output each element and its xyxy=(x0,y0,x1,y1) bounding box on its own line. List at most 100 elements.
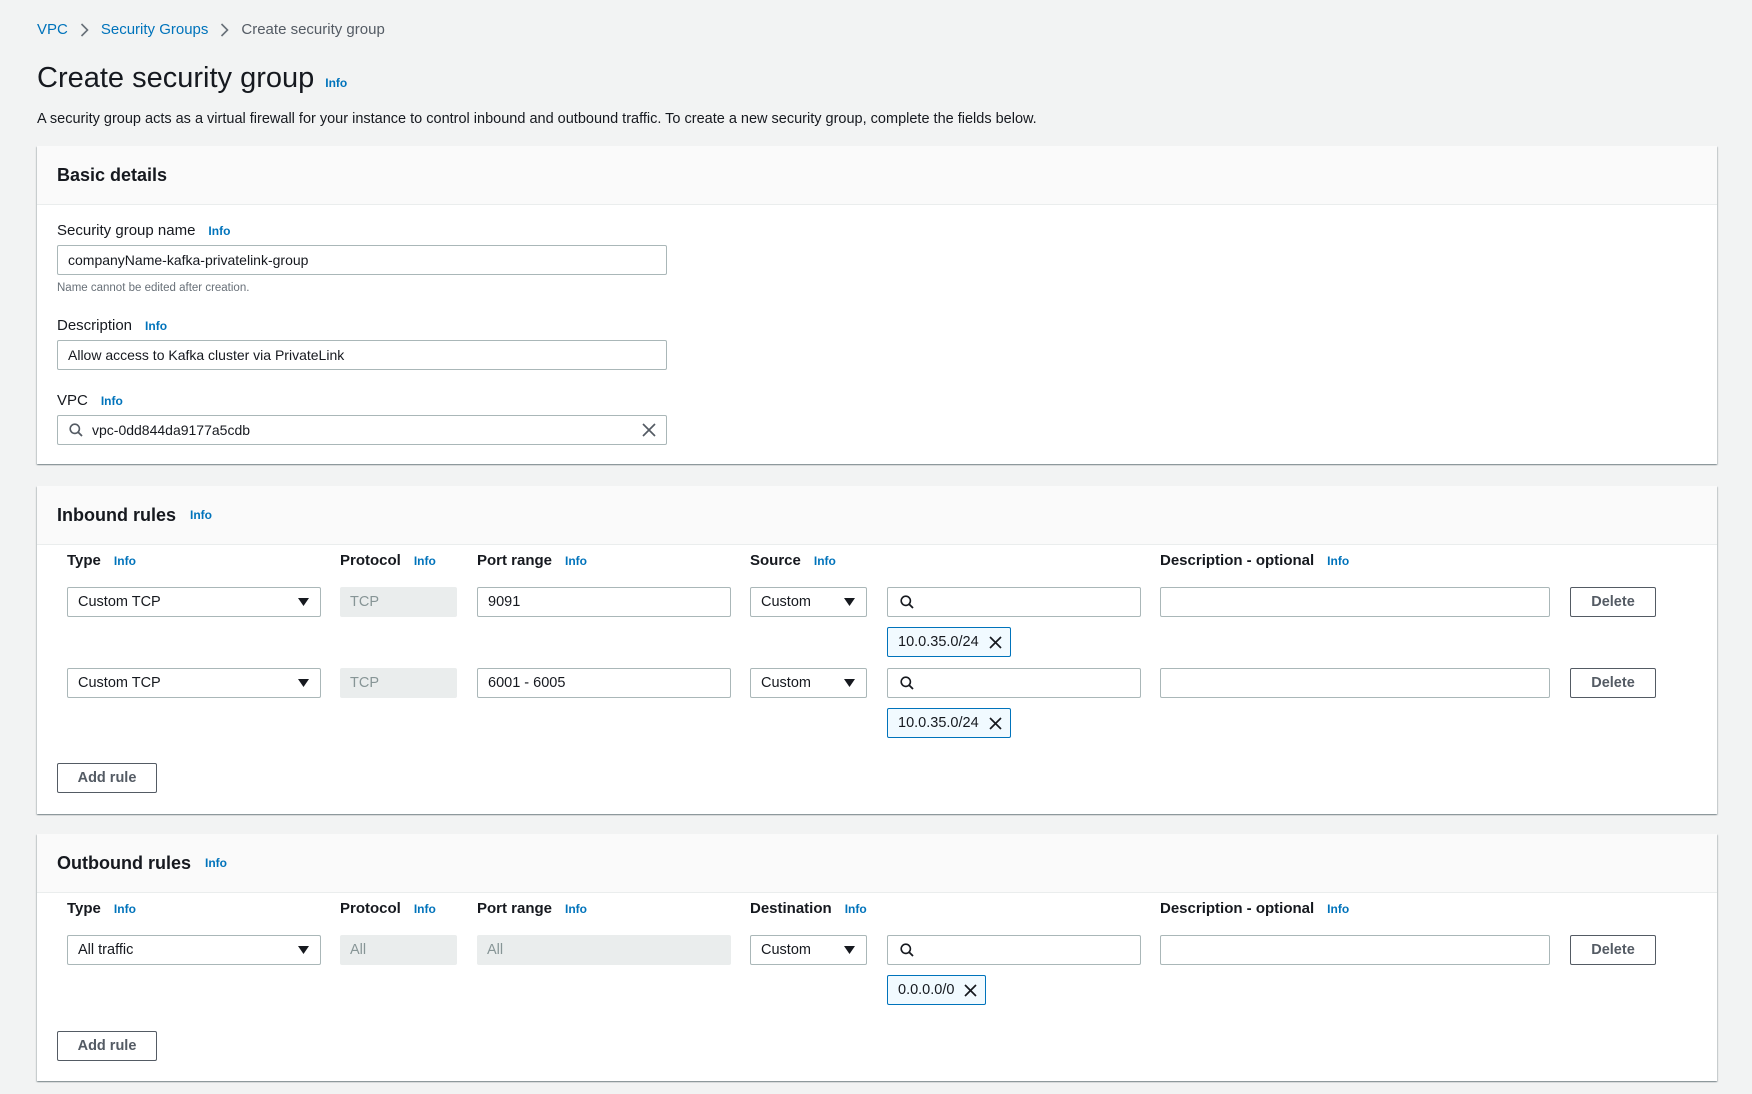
outbound-rule-delete-button[interactable]: Delete xyxy=(1570,935,1656,965)
close-icon[interactable] xyxy=(642,423,656,437)
outbound-rule-cidr-search[interactable] xyxy=(887,935,1141,965)
caret-down-icon xyxy=(298,598,309,606)
vpc-info-link[interactable]: Info xyxy=(101,394,123,408)
vpc-search-input[interactable]: vpc-0dd844da9177a5cdb xyxy=(57,415,667,445)
inbound-rule-port-range-input[interactable]: 9091 xyxy=(477,587,731,617)
outbound-col-type: Type Info xyxy=(67,900,136,917)
outbound-rule-description-input[interactable] xyxy=(1160,935,1550,965)
caret-down-icon xyxy=(298,679,309,687)
outbound-rule-cidr-token: 0.0.0.0/0 xyxy=(887,975,986,1005)
inbound-col-type-info[interactable]: Info xyxy=(114,554,136,568)
inbound-col-protocol: Protocol Info xyxy=(340,552,436,569)
outbound-rule-destination-select[interactable]: Custom xyxy=(750,935,867,965)
outbound-col-type-info[interactable]: Info xyxy=(114,902,136,916)
outbound-col-description-text: Description - optional xyxy=(1160,900,1314,917)
inbound-col-type-text: Type xyxy=(67,552,101,569)
inbound-col-port-range-info[interactable]: Info xyxy=(565,554,587,568)
inbound-rule-description-input[interactable] xyxy=(1160,587,1550,617)
search-icon xyxy=(900,943,914,957)
chevron-right-icon xyxy=(220,23,229,37)
inbound-col-protocol-info[interactable]: Info xyxy=(414,554,436,568)
outbound-rules-panel: Outbound rules Info Type Info Protocol I… xyxy=(37,834,1717,1081)
inbound-rule-source-select[interactable]: Custom xyxy=(750,587,867,617)
page-description: A security group acts as a virtual firew… xyxy=(37,111,1037,127)
outbound-col-protocol-info[interactable]: Info xyxy=(414,902,436,916)
inbound-rule-source-value: Custom xyxy=(761,594,811,610)
outbound-rule-protocol: All xyxy=(340,935,457,965)
inbound-col-source-text: Source xyxy=(750,552,801,569)
inbound-rule-type-value: Custom TCP xyxy=(78,594,161,610)
outbound-rule-destination-value: Custom xyxy=(761,942,811,958)
description-value: Allow access to Kafka cluster via Privat… xyxy=(68,347,344,363)
outbound-rule-type-value: All traffic xyxy=(78,942,133,958)
outbound-col-description: Description - optional Info xyxy=(1160,900,1349,917)
outbound-rules-header: Outbound rules Info xyxy=(37,834,1717,893)
inbound-col-description: Description - optional Info xyxy=(1160,552,1349,569)
vpc-value: vpc-0dd844da9177a5cdb xyxy=(92,422,250,438)
outbound-col-protocol-text: Protocol xyxy=(340,900,401,917)
inbound-rules-title: Inbound rules xyxy=(57,505,176,526)
close-icon[interactable] xyxy=(964,984,977,997)
outbound-col-port-range-info[interactable]: Info xyxy=(565,902,587,916)
inbound-rule-source-value: Custom xyxy=(761,675,811,691)
caret-down-icon xyxy=(844,679,855,687)
security-group-name-value: companyName-kafka-privatelink-group xyxy=(68,252,308,268)
inbound-add-rule-button[interactable]: Add rule xyxy=(57,763,157,793)
inbound-rule-type-select[interactable]: Custom TCP xyxy=(67,668,321,698)
vpc-label: VPC Info xyxy=(57,392,123,409)
outbound-col-protocol: Protocol Info xyxy=(340,900,436,917)
inbound-rule-delete-button[interactable]: Delete xyxy=(1570,587,1656,617)
outbound-col-port-range-text: Port range xyxy=(477,900,552,917)
outbound-col-port-range: Port range Info xyxy=(477,900,587,917)
inbound-rule-source-select[interactable]: Custom xyxy=(750,668,867,698)
inbound-rules-info-link[interactable]: Info xyxy=(190,508,212,522)
inbound-col-source: Source Info xyxy=(750,552,836,569)
page-info-link[interactable]: Info xyxy=(325,76,347,90)
inbound-rule-description-input[interactable] xyxy=(1160,668,1550,698)
breadcrumb-link-security-groups[interactable]: Security Groups xyxy=(101,21,209,38)
inbound-col-port-range-text: Port range xyxy=(477,552,552,569)
inbound-rule-port-range-value: 9091 xyxy=(488,594,520,610)
inbound-rule-port-range-input[interactable]: 6001 - 6005 xyxy=(477,668,731,698)
inbound-rule-port-range-value: 6001 - 6005 xyxy=(488,675,565,691)
outbound-col-type-text: Type xyxy=(67,900,101,917)
security-group-name-info-link[interactable]: Info xyxy=(208,224,230,238)
breadcrumb-link-vpc[interactable]: VPC xyxy=(37,21,68,38)
inbound-col-port-range: Port range Info xyxy=(477,552,587,569)
inbound-col-description-info[interactable]: Info xyxy=(1327,554,1349,568)
close-icon[interactable] xyxy=(989,717,1002,730)
outbound-add-rule-button[interactable]: Add rule xyxy=(57,1031,157,1061)
outbound-rules-info-link[interactable]: Info xyxy=(205,856,227,870)
security-group-name-label: Security group name Info xyxy=(57,222,230,239)
inbound-rule-cidr-token: 10.0.35.0/24 xyxy=(887,627,1011,657)
inbound-col-protocol-text: Protocol xyxy=(340,552,401,569)
description-label-text: Description xyxy=(57,317,132,334)
inbound-rule-type-select[interactable]: Custom TCP xyxy=(67,587,321,617)
inbound-col-source-info[interactable]: Info xyxy=(814,554,836,568)
outbound-col-destination-info[interactable]: Info xyxy=(845,902,867,916)
inbound-rule-cidr-token: 10.0.35.0/24 xyxy=(887,708,1011,738)
inbound-rule-cidr-search[interactable] xyxy=(887,587,1141,617)
security-group-name-hint: Name cannot be edited after creation. xyxy=(57,282,249,294)
inbound-rule-cidr-search[interactable] xyxy=(887,668,1141,698)
inbound-col-description-text: Description - optional xyxy=(1160,552,1314,569)
security-group-name-input[interactable]: companyName-kafka-privatelink-group xyxy=(57,245,667,275)
breadcrumb-current: Create security group xyxy=(241,21,384,38)
description-input[interactable]: Allow access to Kafka cluster via Privat… xyxy=(57,340,667,370)
inbound-rule-delete-button[interactable]: Delete xyxy=(1570,668,1656,698)
inbound-rule-type-value: Custom TCP xyxy=(78,675,161,691)
outbound-rule-type-select[interactable]: All traffic xyxy=(67,935,321,965)
breadcrumb: VPC Security Groups Create security grou… xyxy=(37,21,385,38)
outbound-col-description-info[interactable]: Info xyxy=(1327,902,1349,916)
inbound-rule-protocol: TCP xyxy=(340,587,457,617)
basic-details-panel: Basic details Security group name Info c… xyxy=(37,146,1717,464)
close-icon[interactable] xyxy=(989,636,1002,649)
caret-down-icon xyxy=(844,946,855,954)
outbound-rule-port-range: All xyxy=(477,935,731,965)
inbound-col-type: Type Info xyxy=(67,552,136,569)
search-icon xyxy=(900,595,914,609)
outbound-col-destination: Destination Info xyxy=(750,900,867,917)
page-header: Create security group Info xyxy=(37,62,347,95)
basic-details-title: Basic details xyxy=(57,165,167,186)
description-info-link[interactable]: Info xyxy=(145,319,167,333)
